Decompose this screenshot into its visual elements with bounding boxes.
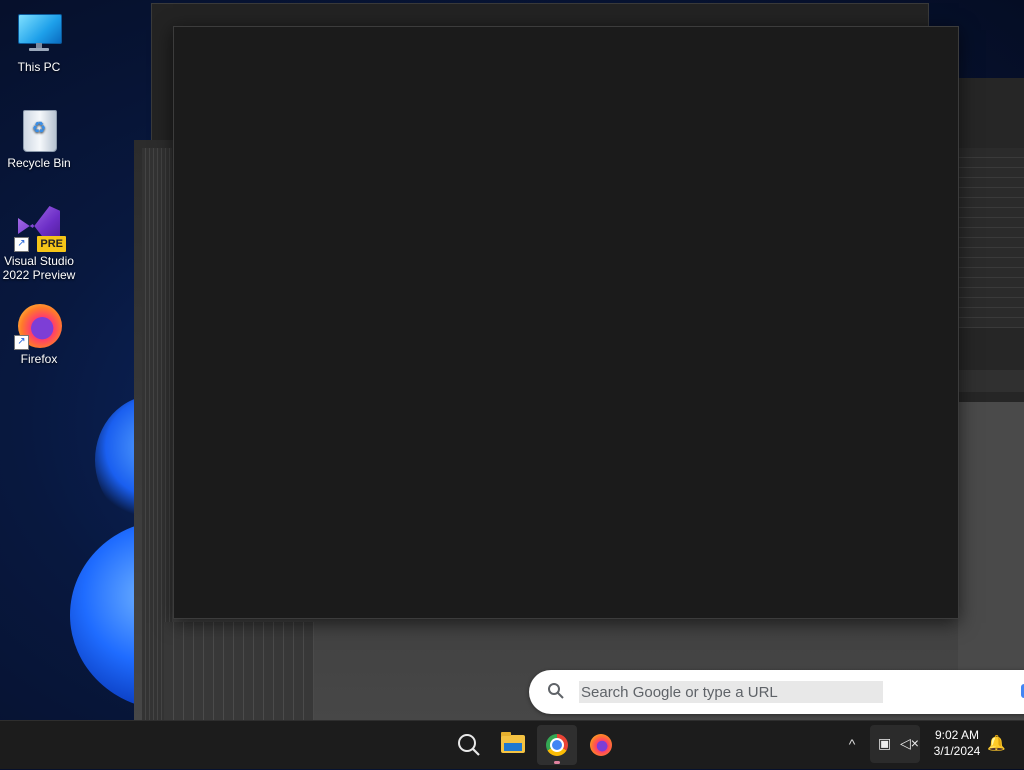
desktop-icon-visual-studio[interactable]: PRE ↗ Visual Studio 2022 Preview — [0, 204, 78, 282]
network-icon: ▣ — [878, 735, 892, 751]
desktop-icon-label-line1: Visual Studio — [4, 254, 74, 268]
desktop-icon-firefox[interactable]: ↗ Firefox — [0, 302, 78, 366]
tray-network-volume-button[interactable]: ▣ ◁× — [870, 725, 920, 763]
search-input[interactable] — [579, 681, 883, 703]
taskbar-chrome-button[interactable] — [537, 725, 577, 765]
clock-time: 9:02 AM — [934, 728, 980, 742]
show-hidden-icons-chevron-icon[interactable]: ^ — [842, 734, 862, 754]
desktop-icon-recycle-bin[interactable]: ♻ Recycle Bin — [0, 106, 78, 170]
taskbar-search-button[interactable] — [449, 725, 489, 765]
desktop-icon-label: Firefox — [20, 352, 58, 366]
desktop-icon-label: Recycle Bin — [7, 156, 71, 170]
clock-date: 3/1/2024 — [933, 744, 981, 758]
browser-content-area — [958, 402, 1024, 670]
search-icon — [458, 734, 480, 756]
search-icon — [548, 683, 564, 699]
shortcut-arrow-icon: ↗ — [14, 335, 29, 350]
desktop-icon-label: This PC — [17, 60, 61, 74]
background-window-right — [958, 78, 1024, 403]
recycle-bin-icon: ♻ — [16, 106, 62, 152]
shortcut-arrow-icon: ↗ — [14, 237, 29, 252]
desktop-icon-label-line2: 2022 Preview — [2, 268, 76, 282]
monitor-icon — [16, 10, 62, 56]
window-edge-stripes — [164, 622, 314, 720]
volume-muted-icon: ◁× — [900, 735, 919, 751]
taskbar-clock[interactable]: 9:02 AM 3/1/2024 — [926, 727, 988, 759]
visual-studio-icon: PRE ↗ — [14, 204, 66, 252]
taskbar-file-explorer-button[interactable] — [493, 725, 533, 765]
chrome-icon — [546, 734, 568, 756]
folder-icon — [501, 732, 525, 753]
google-search-box[interactable] — [529, 670, 1024, 714]
blank-dialog-window[interactable] — [173, 26, 959, 619]
preview-badge: PRE — [37, 236, 66, 252]
taskbar-firefox-button[interactable] — [581, 725, 621, 765]
firefox-icon: ↗ — [14, 302, 62, 350]
running-indicator — [554, 761, 560, 764]
firefox-icon — [590, 734, 612, 756]
notification-bell-icon[interactable]: 🔔 — [987, 735, 1006, 753]
desktop-icon-this-pc[interactable]: This PC — [0, 10, 78, 74]
